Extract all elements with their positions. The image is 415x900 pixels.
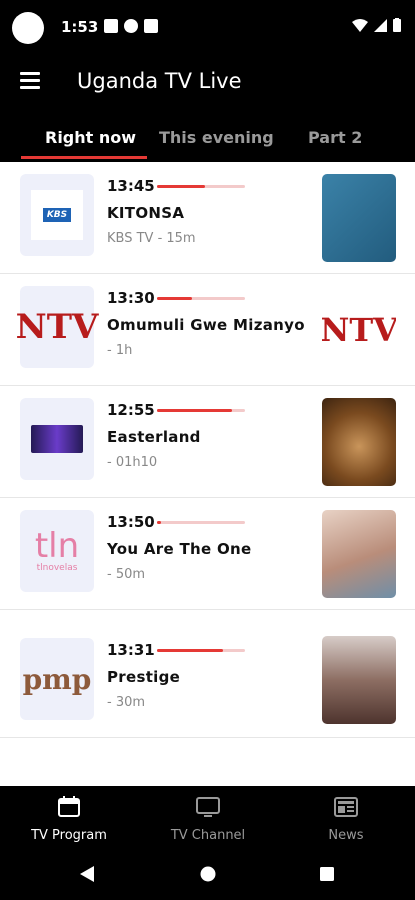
program-time: 13:31 [107, 641, 155, 659]
program-time: 13:30 [107, 289, 155, 307]
program-subtitle: - 50m [107, 567, 146, 582]
program-list: KBS 13:45 KITONSA KBS TV - 15m NTV 13:30… [0, 162, 415, 786]
sd-card-icon [144, 19, 158, 33]
program-time: 13:45 [107, 177, 155, 195]
home-icon[interactable] [200, 866, 216, 882]
status-time: 1:53 [61, 18, 99, 36]
program-subtitle: - 1h [107, 343, 133, 358]
back-icon[interactable] [80, 866, 94, 882]
battery-icon [393, 18, 401, 32]
ntv-logo: NTV [15, 307, 99, 347]
channel-logo: NTV [16, 286, 98, 368]
progress-bar [157, 297, 245, 300]
nav-label: TV Program [31, 828, 107, 843]
channel-logo: KBS [20, 174, 94, 256]
progress-fill [157, 409, 232, 412]
program-thumbnail [322, 398, 396, 486]
nav-tv-channel[interactable]: TV Channel [153, 796, 263, 843]
tln-logo: tln [34, 526, 80, 566]
program-thumbnail: NTV [322, 286, 396, 374]
program-title: You Are The One [107, 540, 252, 558]
app-bar: Uganda TV Live [0, 56, 415, 110]
program-thumbnail [322, 510, 396, 598]
program-title: Easterland [107, 428, 201, 446]
system-status-icons [352, 18, 401, 32]
channel-logo-image [31, 425, 83, 453]
program-title: Omumuli Gwe Mizanyo [107, 316, 305, 334]
status-bar: 1:53 [0, 0, 415, 56]
newspaper-icon [334, 797, 358, 817]
tab-this-evening[interactable]: This evening [159, 128, 274, 147]
progress-fill [157, 297, 193, 300]
notification-icon [104, 19, 118, 33]
calendar-icon [58, 796, 80, 817]
channel-logo: tln tlnovelas [20, 510, 94, 592]
nav-label: TV Channel [170, 828, 246, 843]
kbs-logo: KBS [42, 208, 72, 222]
program-subtitle: - 01h10 [107, 455, 158, 470]
active-tab-indicator [21, 156, 147, 159]
program-title: Prestige [107, 668, 181, 686]
program-title: KITONSA [107, 204, 185, 222]
signal-icon [374, 18, 387, 32]
menu-icon[interactable] [20, 72, 40, 90]
progress-bar [157, 649, 245, 652]
bottom-navigation: TV Program TV Channel News [0, 786, 415, 848]
notification-icons [104, 19, 158, 33]
progress-fill [157, 521, 162, 524]
program-thumbnail [322, 636, 396, 724]
program-row[interactable]: NTV 13:30 Omumuli Gwe Mizanyo - 1h NTV [0, 274, 415, 386]
progress-bar [157, 185, 245, 188]
channel-logo [20, 398, 94, 480]
page-title: Uganda TV Live [77, 69, 242, 93]
system-navigation-bar [0, 848, 415, 900]
program-subtitle: KBS TV - 15m [107, 231, 196, 246]
pmp-logo: pmp [22, 662, 92, 696]
tab-right-now[interactable]: Right now [45, 128, 136, 147]
camera-cutout [12, 12, 44, 44]
program-thumbnail [322, 174, 396, 262]
program-subtitle: - 30m [107, 695, 146, 710]
program-row[interactable]: 12:55 Easterland - 01h10 [0, 386, 415, 498]
progress-fill [157, 185, 206, 188]
recents-icon[interactable] [320, 867, 334, 881]
channel-logo: pmp [20, 638, 94, 720]
nav-tv-program[interactable]: TV Program [14, 796, 124, 843]
program-row[interactable]: pmp 13:31 Prestige - 30m [0, 626, 415, 738]
program-time: 13:50 [107, 513, 155, 531]
tab-bar: Right now This evening Part 2 [0, 110, 415, 162]
app-notification-icon [124, 19, 138, 33]
tv-icon [196, 797, 220, 817]
nav-news[interactable]: News [291, 796, 401, 843]
program-row[interactable]: tln tlnovelas 13:50 You Are The One - 50… [0, 498, 415, 610]
progress-bar [157, 409, 245, 412]
program-row[interactable]: KBS 13:45 KITONSA KBS TV - 15m [0, 162, 415, 274]
tab-part-2[interactable]: Part 2 [308, 128, 362, 147]
program-time: 12:55 [107, 401, 155, 419]
ntv-thumb-logo: NTV [322, 311, 396, 349]
progress-fill [157, 649, 223, 652]
wifi-icon [352, 18, 368, 32]
nav-label: News [328, 828, 364, 843]
tln-logo-sub: tlnovelas [36, 563, 78, 573]
progress-bar [157, 521, 245, 524]
